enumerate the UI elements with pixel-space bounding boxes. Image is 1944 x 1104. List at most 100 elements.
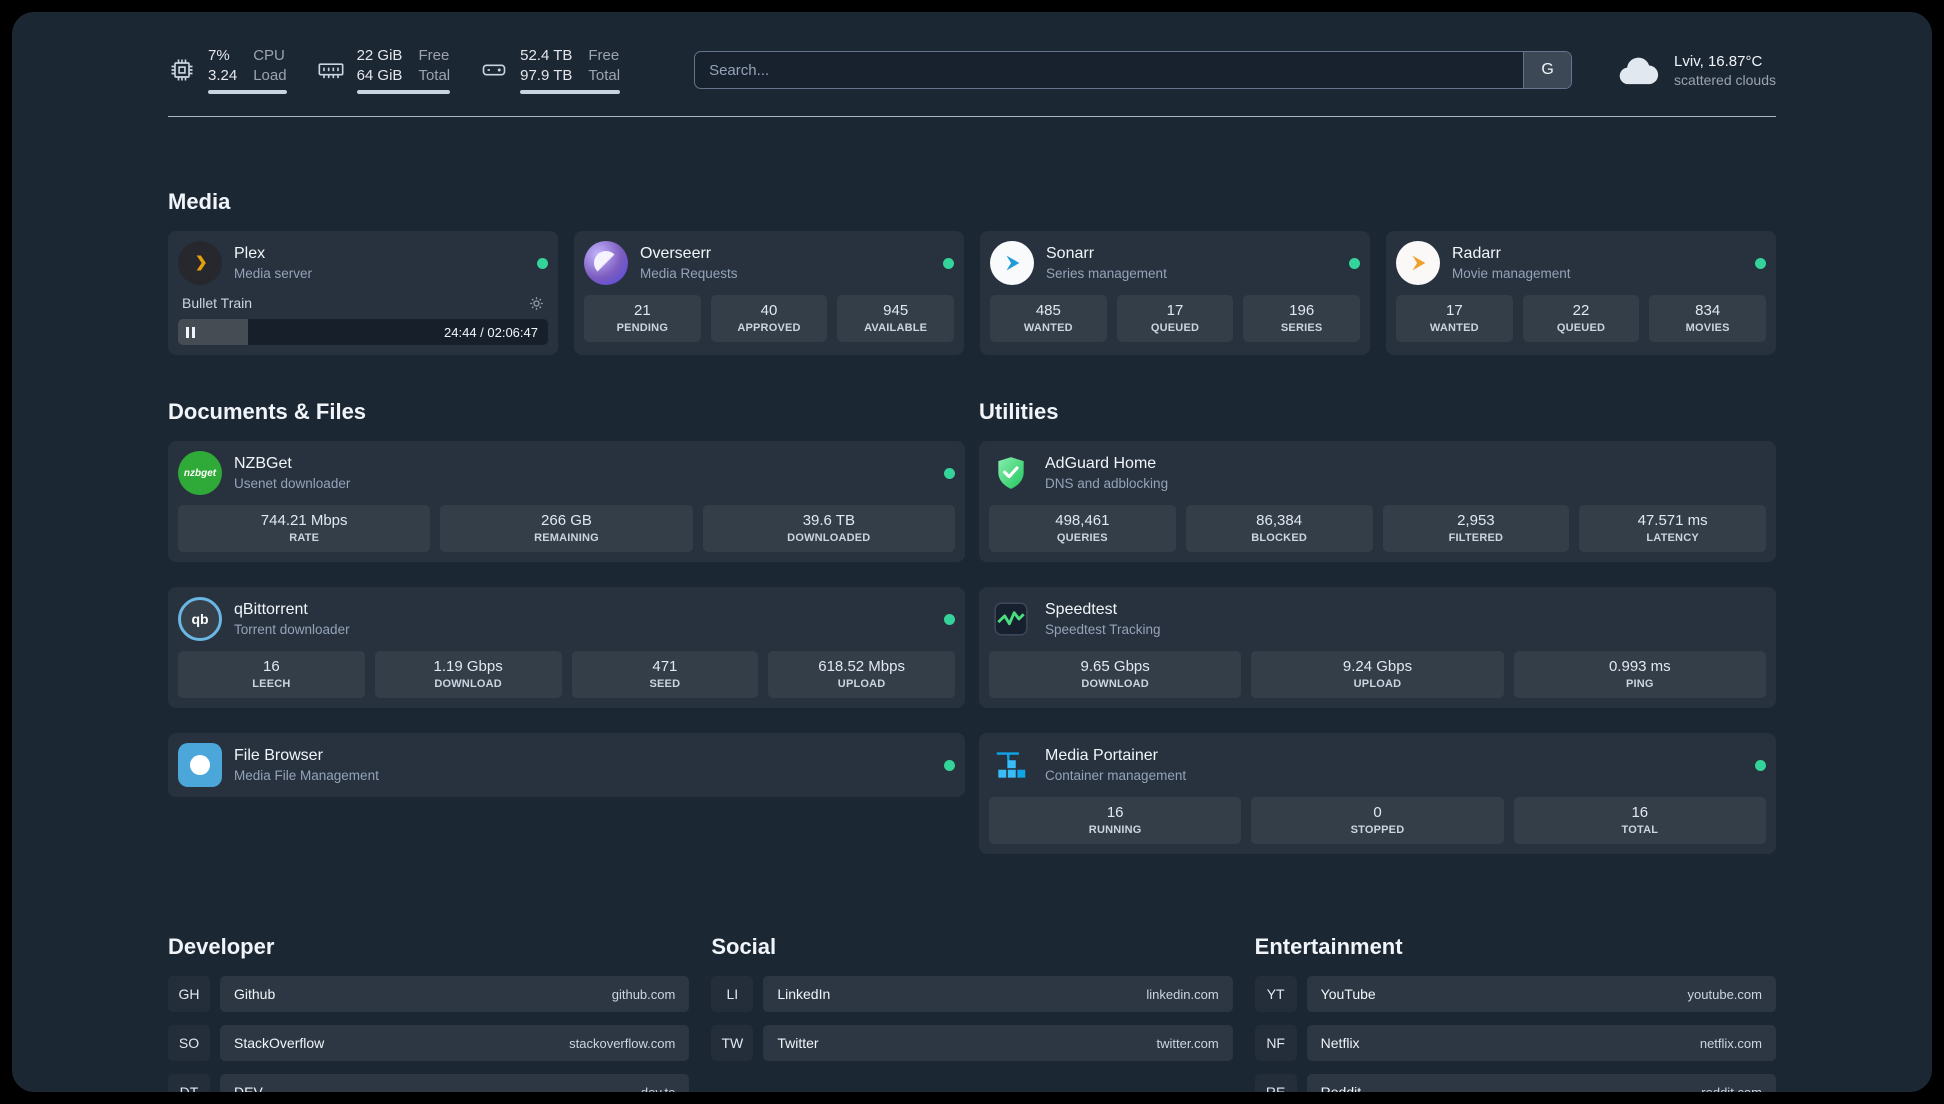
- app-desc: Container management: [1045, 768, 1187, 783]
- cpu-label: CPU: [253, 47, 285, 64]
- app-desc: DNS and adblocking: [1045, 476, 1169, 491]
- bookmark-abbr: NF: [1255, 1025, 1297, 1061]
- bookmark-linkedin[interactable]: LI LinkedIn linkedin.com: [711, 976, 1233, 1012]
- stat-tile: 17 WANTED: [1396, 295, 1513, 342]
- bookmark-abbr: GH: [168, 976, 210, 1012]
- stat-label: RUNNING: [1088, 824, 1142, 836]
- memory-progress-bar: [356, 90, 451, 94]
- sonarr-icon: [990, 241, 1034, 285]
- app-name: Radarr: [1452, 245, 1501, 262]
- stat-tile: 16 TOTAL: [1513, 797, 1766, 844]
- search-input[interactable]: [695, 52, 1524, 88]
- stat-label: SEED: [649, 678, 681, 690]
- speedtest-icon: [989, 597, 1033, 641]
- bookmark-url: stackoverflow.com: [569, 1035, 676, 1051]
- card-sonarr[interactable]: Sonarr Series management 485 WANTED 17 Q…: [980, 231, 1370, 355]
- stat-tile: 9.24 Gbps UPLOAD: [1251, 651, 1504, 698]
- bookmark-url: reddit.com: [1701, 1084, 1762, 1093]
- stat-label: LATENCY: [1646, 532, 1699, 544]
- bookmark-abbr: YT: [1255, 976, 1297, 1012]
- status-dot: [944, 467, 955, 479]
- stat-value: 16: [1631, 804, 1649, 821]
- memory-free-value: 22 GiB: [356, 47, 403, 64]
- stat-label: QUEUED: [1556, 322, 1606, 334]
- stat-value: 16: [263, 658, 280, 675]
- bookmark-abbr: DT: [168, 1074, 210, 1092]
- stat-label: RATE: [289, 532, 320, 544]
- card-overseerr[interactable]: Overseerr Media Requests 21 PENDING 40 A…: [574, 231, 964, 355]
- stat-value: 9.65 Gbps: [1080, 658, 1150, 675]
- stat-value: 39.6 TB: [802, 512, 855, 529]
- app-desc: Series management: [1046, 266, 1167, 281]
- bookmark-name: Reddit: [1320, 1084, 1362, 1092]
- section-title-utilities: Utilities: [979, 399, 1059, 424]
- app-name: Media Portainer: [1045, 747, 1158, 764]
- card-filebrowser[interactable]: File Browser Media File Management: [168, 733, 965, 797]
- section-utilities: Utilities AdGuard Home DNS and adblockin…: [979, 399, 1776, 854]
- bookmark-github[interactable]: GH Github github.com: [168, 976, 690, 1012]
- header-divider: [168, 116, 1776, 117]
- stat-value: 86,384: [1256, 512, 1303, 529]
- stat-tile: 39.6 TB DOWNLOADED: [702, 505, 955, 552]
- search-bar: G: [694, 51, 1573, 89]
- section-developer: Developer GH Github github.com SO StackO…: [168, 934, 690, 1092]
- disk-widget: 52.4 TB 97.9 TB Free Total: [480, 46, 621, 94]
- app-name: Plex: [234, 245, 266, 262]
- bookmark-abbr: TW: [711, 1025, 753, 1061]
- bookmark-twitter[interactable]: TW Twitter twitter.com: [711, 1025, 1233, 1061]
- card-radarr[interactable]: Radarr Movie management 17 WANTED 22 QUE…: [1386, 231, 1776, 355]
- stat-label: WANTED: [1429, 322, 1479, 334]
- stat-tile: 945 AVAILABLE: [837, 295, 955, 342]
- stat-label: PING: [1625, 678, 1654, 690]
- section-title-entertainment: Entertainment: [1254, 934, 1403, 959]
- card-qbittorrent[interactable]: qb qBittorrent Torrent downloader 16 LEE…: [168, 587, 965, 708]
- stat-value: 17: [1166, 302, 1184, 319]
- weather-widget: Lviv, 16.87°C scattered clouds: [1616, 53, 1776, 88]
- stat-tile: 22 QUEUED: [1522, 295, 1640, 342]
- stat-label: QUEUED: [1150, 322, 1200, 334]
- section-title-developer: Developer: [168, 934, 275, 959]
- bookmark-reddit[interactable]: RE Reddit reddit.com: [1255, 1074, 1776, 1092]
- card-speedtest[interactable]: Speedtest Speedtest Tracking 9.65 Gbps D…: [979, 587, 1776, 708]
- card-nzbget[interactable]: nzbget NZBGet Usenet downloader 744.21 M…: [168, 441, 965, 562]
- stat-label: MOVIES: [1685, 322, 1730, 334]
- bookmark-url: twitter.com: [1156, 1035, 1219, 1051]
- radarr-icon: [1396, 241, 1440, 285]
- memory-total-value: 64 GiB: [356, 66, 403, 84]
- stat-tile: 471 SEED: [571, 651, 759, 698]
- section-title-media: Media: [168, 189, 231, 214]
- gear-icon[interactable]: [529, 296, 544, 311]
- memory-icon: [318, 63, 344, 79]
- stat-value: 0: [1373, 804, 1382, 821]
- cpu-icon: [171, 59, 193, 81]
- stat-tile: 47.571 ms LATENCY: [1579, 505, 1766, 552]
- card-plex[interactable]: Plex Media server Bullet Train 24:44 / 0: [168, 231, 558, 355]
- bookmark-netflix[interactable]: NF Netflix netflix.com: [1255, 1025, 1776, 1061]
- disk-free-value: 52.4 TB: [520, 47, 573, 64]
- app-desc: Media server: [234, 266, 313, 281]
- app-name: Overseerr: [640, 245, 712, 262]
- disk-total-label: Total: [588, 66, 621, 84]
- stat-tile: 618.52 Mbps UPLOAD: [768, 651, 955, 698]
- stat-label: REMAINING: [534, 532, 599, 544]
- bookmark-abbr: SO: [168, 1025, 210, 1061]
- app-name: Sonarr: [1046, 245, 1095, 262]
- bookmark-stackoverflow[interactable]: SO StackOverflow stackoverflow.com: [168, 1025, 690, 1061]
- search-provider-button[interactable]: G: [1523, 52, 1572, 88]
- stat-tile: 17 QUEUED: [1116, 295, 1234, 342]
- disk-total-value: 97.9 TB: [520, 66, 573, 84]
- bookmark-abbr: RE: [1255, 1074, 1297, 1092]
- card-adguard[interactable]: AdGuard Home DNS and adblocking 498,461 …: [979, 441, 1776, 562]
- app-desc: Media Requests: [640, 266, 738, 281]
- section-social: Social LI LinkedIn linkedin.com TW Twitt…: [711, 934, 1233, 1092]
- stat-label: BLOCKED: [1251, 532, 1308, 544]
- status-dot: [944, 613, 955, 625]
- stat-tile: 485 WANTED: [990, 295, 1107, 342]
- bookmark-dev[interactable]: DT DEV dev.to: [168, 1074, 690, 1092]
- section-media: Media Plex Media server Bullet Train 24:…: [168, 189, 1776, 355]
- card-portainer[interactable]: Media Portainer Container management 16 …: [979, 733, 1776, 854]
- media-progress-bar[interactable]: 24:44 / 02:06:47: [178, 319, 548, 345]
- bookmark-youtube[interactable]: YT YouTube youtube.com: [1255, 976, 1776, 1012]
- stat-value: 471: [652, 658, 678, 675]
- pause-icon[interactable]: [186, 326, 195, 338]
